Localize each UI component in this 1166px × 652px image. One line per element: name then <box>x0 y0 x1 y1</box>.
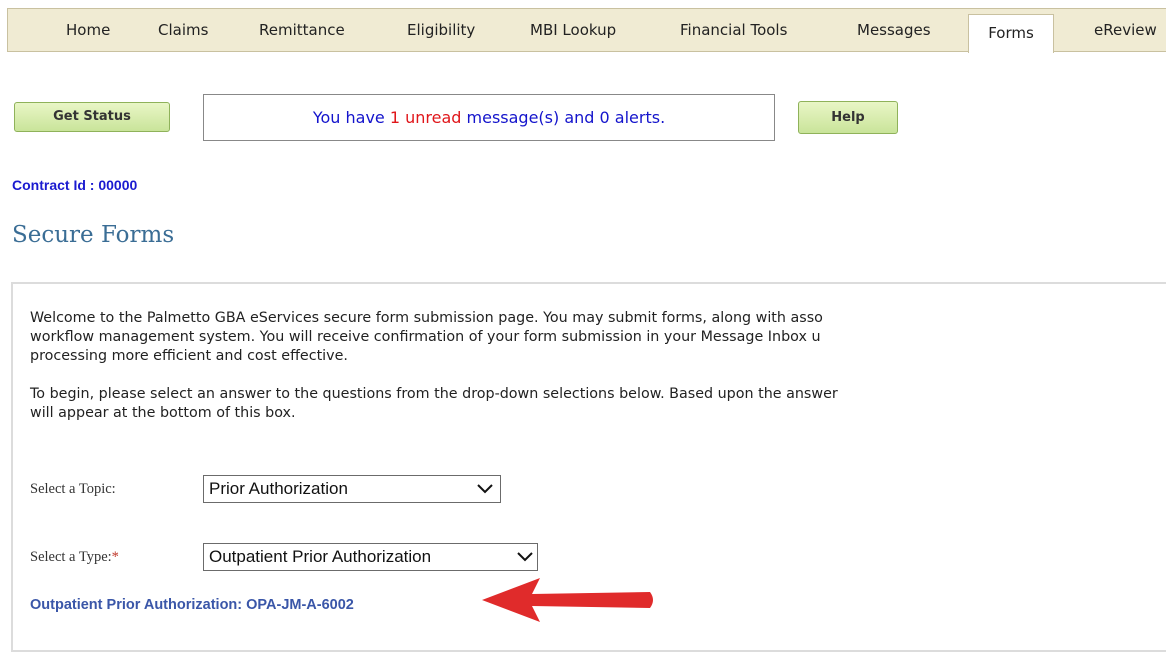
topic-select-value: Prior Authorization <box>209 479 348 498</box>
topic-select[interactable]: Prior Authorization <box>203 475 501 503</box>
topic-label: Select a Topic: <box>30 481 116 497</box>
tab-forms[interactable]: Forms <box>968 14 1054 53</box>
chevron-down-icon <box>517 552 533 562</box>
tab-financial-tools[interactable]: Financial Tools <box>680 9 787 52</box>
type-select-value: Outpatient Prior Authorization <box>209 547 432 566</box>
message-status-box: You have 1 unread message(s) and 0 alert… <box>203 94 775 141</box>
tab-ereview[interactable]: eReview <box>1094 9 1157 52</box>
contract-id: Contract Id : 00000 <box>12 177 138 193</box>
page-title: Secure Forms <box>12 222 175 248</box>
tab-claims[interactable]: Claims <box>158 9 208 52</box>
intro-line-1: Welcome to the Palmetto GBA eServices se… <box>30 310 823 326</box>
intro-line-5: will appear at the bottom of this box. <box>30 405 296 421</box>
tab-messages[interactable]: Messages <box>857 9 931 52</box>
message-prefix: You have <box>312 108 390 127</box>
intro-line-4: To begin, please select an answer to the… <box>30 386 838 402</box>
main-nav: Home Claims Remittance Eligibility MBI L… <box>7 8 1166 53</box>
get-status-button[interactable]: Get Status <box>14 102 170 132</box>
required-mark: * <box>111 549 119 565</box>
type-label: Select a Type:* <box>30 549 119 566</box>
type-select[interactable]: Outpatient Prior Authorization <box>203 543 538 571</box>
intro-line-3: processing more efficient and cost effec… <box>30 348 348 364</box>
form-result-link[interactable]: Outpatient Prior Authorization: OPA-JM-A… <box>30 597 354 613</box>
tab-mbi-lookup[interactable]: MBI Lookup <box>530 9 616 52</box>
help-button[interactable]: Help <box>798 101 898 134</box>
tab-remittance[interactable]: Remittance <box>259 9 345 52</box>
unread-count: 1 <box>389 108 401 127</box>
tab-home[interactable]: Home <box>66 9 110 52</box>
unread-word: unread <box>400 108 462 127</box>
intro-line-2: workflow management system. You will rec… <box>30 329 821 345</box>
chevron-down-icon <box>477 484 493 494</box>
arrow-left-icon <box>482 578 653 622</box>
tab-eligibility[interactable]: Eligibility <box>407 9 475 52</box>
type-label-text: Select a Type: <box>30 549 112 565</box>
message-suffix: message(s) and 0 alerts. <box>461 108 666 127</box>
